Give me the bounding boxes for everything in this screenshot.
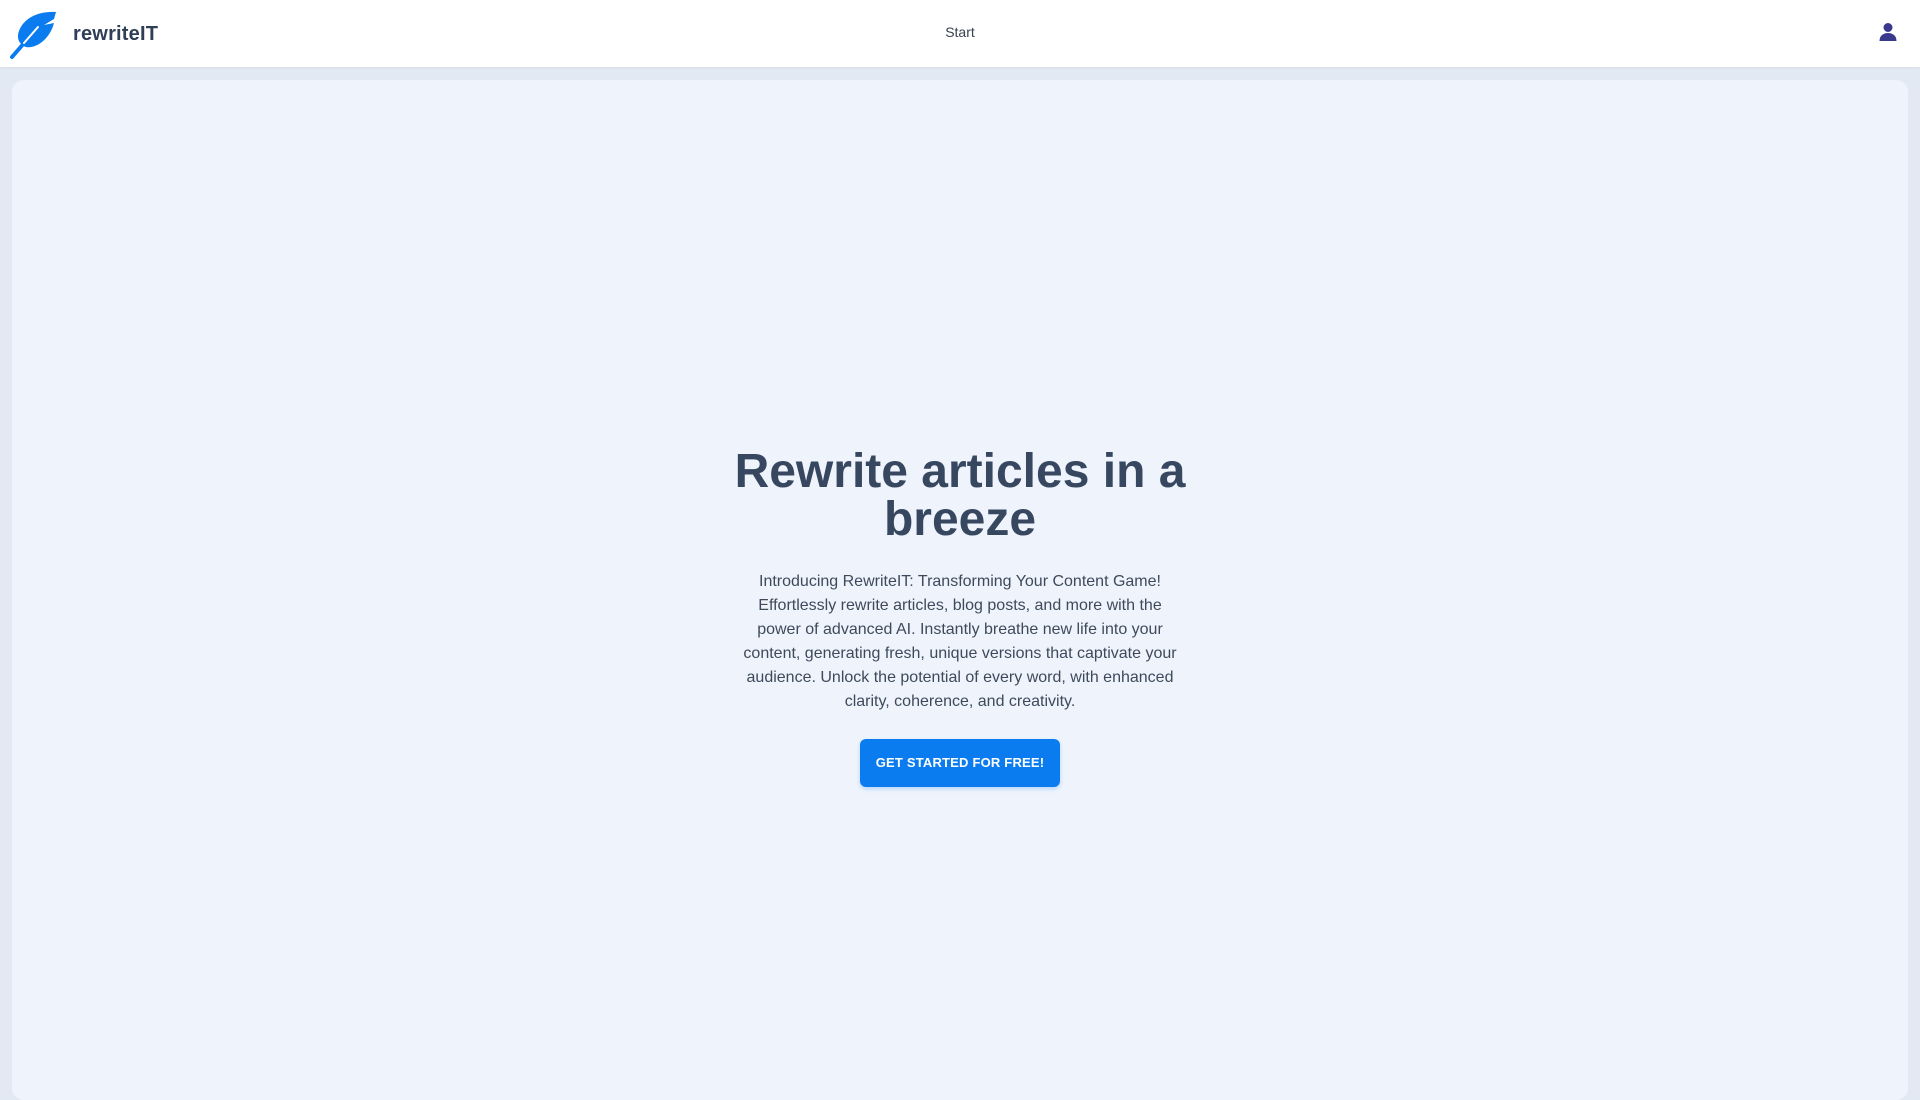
user-icon xyxy=(1879,23,1897,41)
main-nav: Start xyxy=(0,24,1920,40)
user-account-button[interactable] xyxy=(1876,20,1900,44)
nav-link-start[interactable]: Start xyxy=(945,24,975,40)
top-navigation-bar: rewriteIT Start xyxy=(0,0,1920,67)
hero-title: Rewrite articles in a breeze xyxy=(734,445,1186,546)
get-started-button[interactable]: GET STARTED FOR FREE! xyxy=(859,739,1061,787)
hero-description: Introducing RewriteIT: Transforming Your… xyxy=(743,573,1177,710)
hero-section: Rewrite articles in a breeze Introducing… xyxy=(0,448,1920,787)
